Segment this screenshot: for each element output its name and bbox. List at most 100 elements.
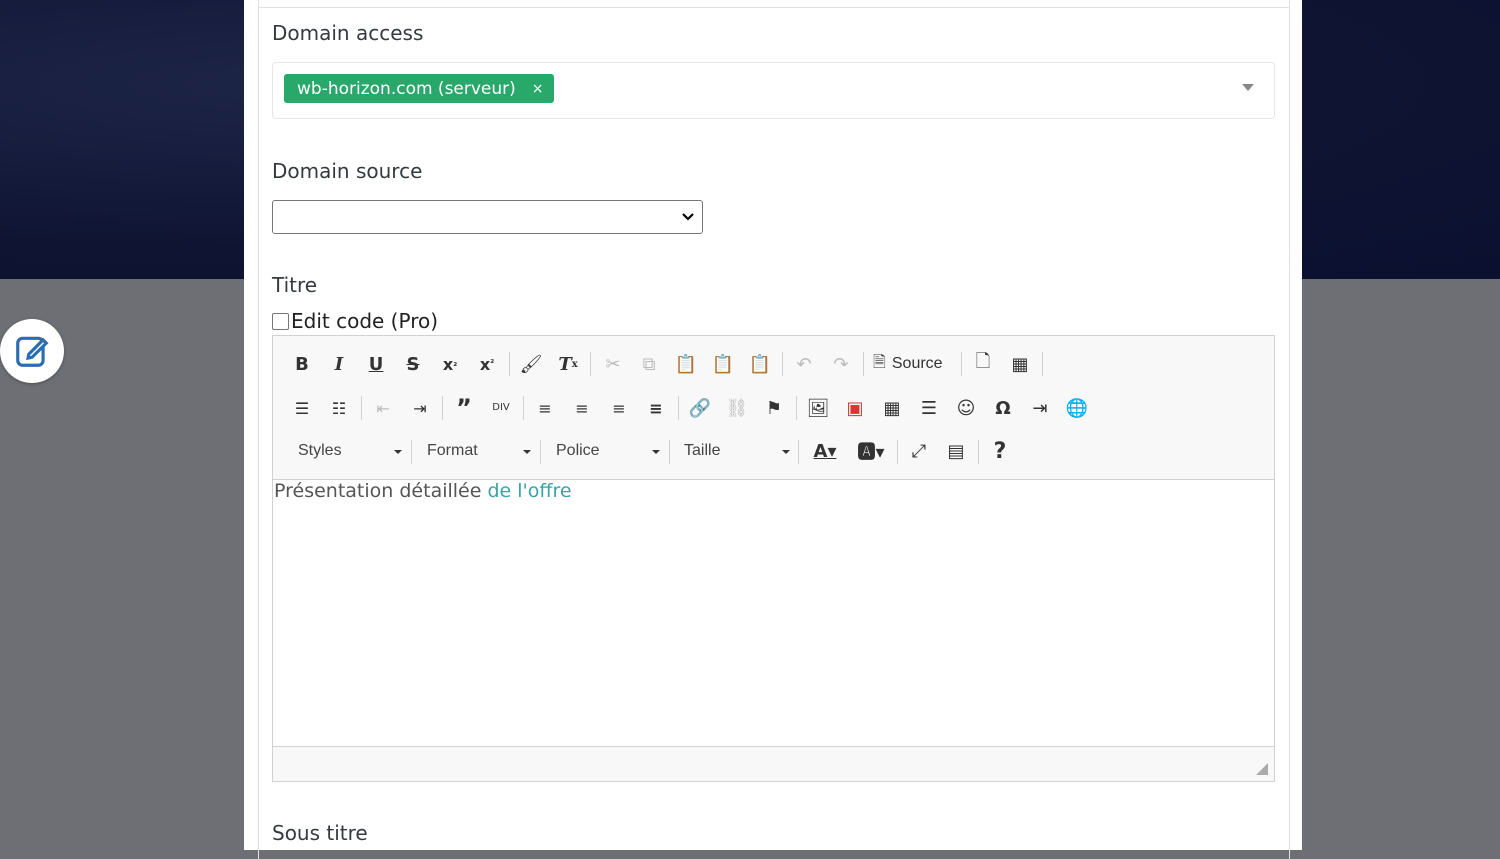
styles-combo[interactable]: Styles: [290, 438, 408, 464]
iframe-globe-icon[interactable]: 🌐: [1062, 393, 1092, 423]
link-icon[interactable]: 🔗: [685, 393, 715, 423]
domain-access-label: Domain access: [272, 21, 424, 45]
editor-content-area[interactable]: Présentation détaillée de l'offre: [273, 480, 1276, 746]
blockquote-icon[interactable]: ”: [449, 393, 479, 423]
create-div-icon[interactable]: DIV: [486, 393, 516, 423]
source-button[interactable]: 🗎 Source: [873, 349, 943, 379]
toolbar-separator: [978, 440, 979, 464]
anchor-flag-icon[interactable]: ⚑: [759, 393, 789, 423]
selected-domain-tag: wb-horizon.com (serveur) ×: [284, 74, 554, 103]
page-break-icon[interactable]: ⇥: [1025, 393, 1055, 423]
superscript-button[interactable]: x²: [472, 349, 502, 379]
size-label: Taille: [684, 442, 721, 459]
tag-label: wb-horizon.com (serveur): [297, 78, 516, 99]
align-right-icon[interactable]: ≡: [604, 393, 634, 423]
horizontal-line-icon[interactable]: ☰: [914, 393, 944, 423]
undo-icon[interactable]: ↶: [789, 349, 819, 379]
source-label: Source: [891, 355, 943, 372]
templates-icon[interactable]: ▦: [1005, 349, 1035, 379]
preview-icon[interactable]: 🗋: [968, 349, 998, 379]
table-icon[interactable]: ▦: [877, 393, 907, 423]
justify-icon[interactable]: ≡: [641, 393, 671, 423]
chevron-down-icon[interactable]: [1242, 84, 1254, 91]
resize-handle[interactable]: [1256, 763, 1268, 775]
strikethrough-button[interactable]: S: [398, 349, 428, 379]
smiley-icon[interactable]: ☺: [951, 393, 981, 423]
content-text: Présentation détaillée: [274, 480, 488, 502]
chevron-down-icon: [652, 450, 660, 454]
show-blocks-icon[interactable]: ▤: [941, 436, 971, 466]
toolbar-separator: [590, 352, 591, 376]
font-combo[interactable]: Police: [548, 438, 666, 464]
modal-dialog: Domain access wb-horizon.com (serveur) ×…: [244, 0, 1302, 859]
toolbar-separator: [540, 440, 541, 464]
toolbar-separator: [411, 440, 412, 464]
flash-icon[interactable]: ▣: [840, 393, 870, 423]
unlink-icon[interactable]: ⛓: [722, 393, 752, 423]
text-color-icon[interactable]: A▾: [805, 436, 845, 466]
toolbar-separator: [442, 396, 443, 420]
image-icon[interactable]: 🖼: [803, 393, 833, 423]
domain-source-label: Domain source: [272, 159, 423, 183]
numbered-list-icon[interactable]: ☰: [287, 393, 317, 423]
editor-toolbar: B I U S x₂ x² 🖌 Tx ✂ ⧉ 📋 📋 📋 ↶ ↷ 🗎 Sourc…: [273, 336, 1274, 480]
maximize-icon[interactable]: ⤢: [904, 436, 934, 466]
outdent-icon[interactable]: ⇤: [368, 393, 398, 423]
chevron-down-icon: [394, 450, 402, 454]
toolbar-separator: [863, 352, 864, 376]
align-center-icon[interactable]: ≡: [567, 393, 597, 423]
toolbar-separator: [961, 352, 962, 376]
toolbar-separator: [796, 396, 797, 420]
redo-icon[interactable]: ↷: [826, 349, 856, 379]
bold-button[interactable]: B: [287, 349, 317, 379]
align-left-icon[interactable]: ≡: [530, 393, 560, 423]
rich-text-editor: B I U S x₂ x² 🖌 Tx ✂ ⧉ 📋 📋 📋 ↶ ↷ 🗎 Sourc…: [272, 335, 1275, 782]
special-char-icon[interactable]: Ω: [988, 393, 1018, 423]
chevron-down-icon: [682, 213, 694, 221]
paste-text-icon[interactable]: 📋: [708, 349, 738, 379]
copy-icon[interactable]: ⧉: [634, 349, 664, 379]
subscript-button[interactable]: x₂: [435, 349, 465, 379]
toolbar-separator: [361, 396, 362, 420]
paste-icon[interactable]: 📋: [671, 349, 701, 379]
toolbar-separator: [1042, 352, 1043, 376]
format-label: Format: [427, 442, 478, 459]
remove-tag-icon[interactable]: ×: [532, 81, 544, 97]
edit-code-checkbox[interactable]: [272, 312, 289, 330]
toolbar-separator: [782, 352, 783, 376]
italic-button[interactable]: I: [324, 349, 354, 379]
font-label: Police: [556, 442, 600, 459]
form-card: Domain access wb-horizon.com (serveur) ×…: [258, 0, 1290, 859]
paste-word-icon[interactable]: 📋: [745, 349, 775, 379]
titre-label: Titre: [272, 273, 318, 297]
toolbar-separator: [678, 396, 679, 420]
chevron-down-icon: [782, 450, 790, 454]
remove-format-icon[interactable]: Tx: [553, 349, 583, 379]
sous-titre-label: Sous titre: [272, 821, 368, 845]
underline-button[interactable]: U: [361, 349, 391, 379]
toolbar-separator: [798, 440, 799, 464]
size-combo[interactable]: Taille: [676, 438, 796, 464]
toolbar-separator: [669, 440, 670, 464]
content-link[interactable]: de l'offre: [487, 480, 571, 502]
chevron-down-icon: [523, 450, 531, 454]
edit-code-option: Edit code (Pro): [272, 309, 438, 333]
domain-access-multiselect[interactable]: wb-horizon.com (serveur) ×: [272, 62, 1275, 119]
edit-floating-button[interactable]: [0, 319, 64, 383]
edit-code-label: Edit code (Pro): [291, 309, 439, 333]
bulleted-list-icon[interactable]: ☷: [324, 393, 354, 423]
toolbar-separator: [523, 396, 524, 420]
source-icon: 🗎: [873, 353, 886, 371]
styles-label: Styles: [298, 442, 342, 459]
domain-source-select[interactable]: [272, 200, 703, 234]
help-icon[interactable]: ?: [985, 436, 1015, 466]
copy-formatting-icon[interactable]: 🖌: [516, 349, 546, 379]
edit-icon: [16, 336, 49, 367]
background-color-icon[interactable]: 🅰▾: [851, 436, 891, 466]
indent-icon[interactable]: ⇥: [405, 393, 435, 423]
format-combo[interactable]: Format: [419, 438, 537, 464]
cut-icon[interactable]: ✂: [598, 349, 628, 379]
toolbar-separator: [897, 440, 898, 464]
editor-status-bar: [273, 746, 1274, 781]
toolbar-separator: [509, 352, 510, 376]
